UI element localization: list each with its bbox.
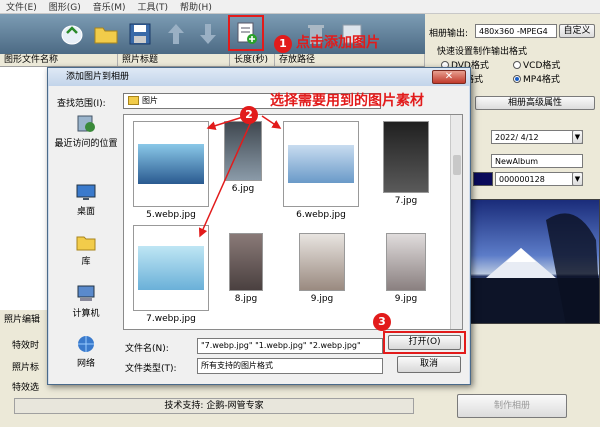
arrow-to-5webp [206,115,247,131]
arrow-to-7webp [198,123,251,238]
annotation-arrows [198,115,282,238]
arrow-to-6webp [261,115,282,129]
